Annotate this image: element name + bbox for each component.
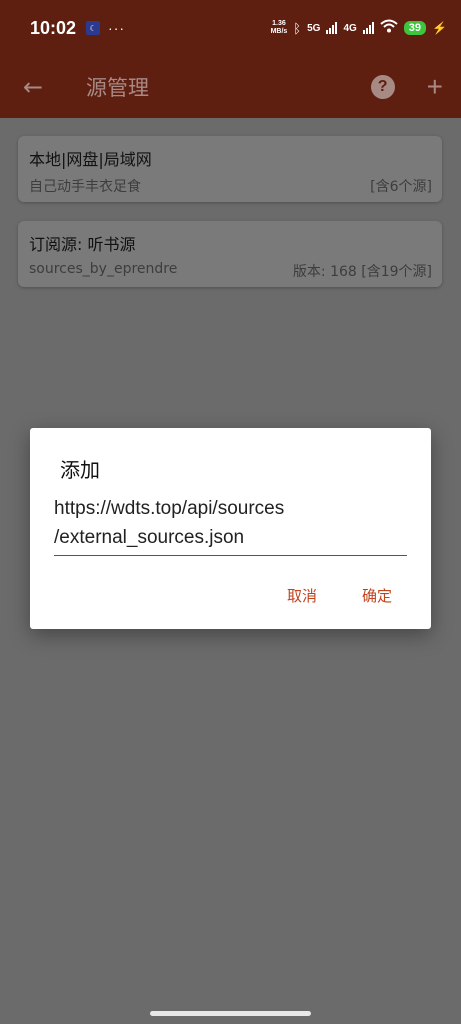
signal-icon xyxy=(326,22,338,34)
source-url-input[interactable]: https://wdts.top/api/sources /external_s… xyxy=(54,494,407,556)
add-icon[interactable]: + xyxy=(427,71,443,103)
add-source-dialog: 添加 https://wdts.top/api/sources /externa… xyxy=(30,428,431,629)
source-url-line-1: https://wdts.top/api/sources xyxy=(54,498,285,519)
sim1-network-type: 5G xyxy=(307,22,321,34)
back-arrow-icon[interactable]: ← xyxy=(0,73,66,101)
source-title: 订阅源: 听书源 xyxy=(29,235,136,254)
source-card-subscription[interactable]: 订阅源: 听书源 sources_by_eprendre 版本: 168 [含1… xyxy=(18,221,442,287)
signal-icon-2 xyxy=(362,22,374,34)
source-meta: 版本: 168 [含19个源] xyxy=(292,264,432,280)
cancel-button[interactable]: 取消 xyxy=(287,585,317,606)
source-url-line-2: /external_sources.json xyxy=(54,527,245,548)
wifi-icon xyxy=(380,19,398,38)
bluetooth-icon: ᛒ xyxy=(293,20,302,36)
source-meta: [含6个源] xyxy=(370,179,432,195)
status-bar: 10:02 ☾ ··· 1.36 MB/s ᛒ 5G 4G 39 ⚡ xyxy=(0,0,461,56)
dialog-title: 添加 xyxy=(60,458,100,482)
net-speed: 1.36 MB/s xyxy=(271,20,288,36)
app-bar: ← 源管理 ? + xyxy=(0,56,461,118)
page-title: 源管理 xyxy=(86,76,149,100)
source-card-local[interactable]: 本地|网盘|局域网 自己动手丰衣足食 [含6个源] xyxy=(18,136,442,202)
ok-button[interactable]: 确定 xyxy=(362,585,392,606)
source-title: 本地|网盘|局域网 xyxy=(29,150,152,169)
status-time: 10:02 xyxy=(30,17,77,38)
more-notifications-icon: ··· xyxy=(108,20,126,36)
sim2-network-type: 4G xyxy=(343,22,357,34)
help-icon[interactable]: ? xyxy=(370,75,395,99)
net-speed-unit: MB/s xyxy=(270,28,288,35)
net-speed-value: 1.36 xyxy=(272,20,286,27)
source-subtitle: sources_by_eprendre xyxy=(29,261,178,277)
source-subtitle: 自己动手丰衣足食 xyxy=(29,179,141,195)
battery-icon: 39 xyxy=(403,21,427,35)
charging-icon: ⚡ xyxy=(432,21,447,35)
status-icons: 1.36 MB/s ᛒ 5G 4G 39 ⚡ xyxy=(271,19,447,38)
notification-app-icon: ☾ xyxy=(86,21,101,35)
gesture-nav-bar[interactable] xyxy=(150,1011,311,1016)
